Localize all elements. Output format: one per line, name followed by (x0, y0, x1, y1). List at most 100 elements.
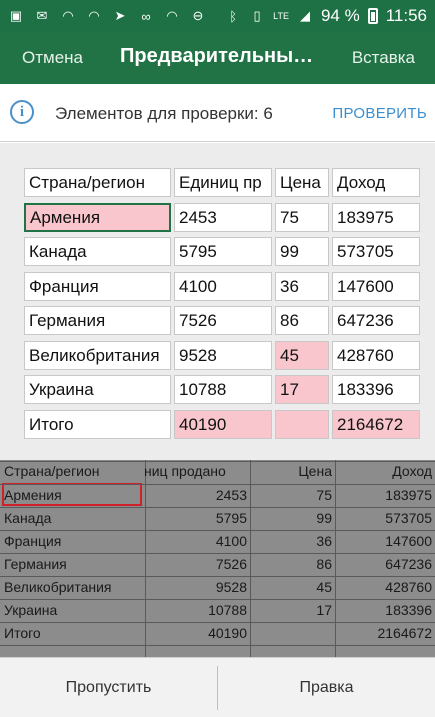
photo-cell-text: 573705 (385, 510, 432, 526)
header-cell[interactable]: Единиц пр (174, 168, 272, 197)
photo-cell-text: 147600 (385, 533, 432, 549)
table-cell[interactable]: 36 (275, 271, 329, 301)
table-cell[interactable]: Украина (24, 375, 171, 404)
photo-gridline (0, 622, 435, 623)
photo-cell-text: 183975 (385, 487, 432, 503)
table-cell[interactable]: 428760 (332, 340, 420, 370)
photo-gridline (0, 645, 435, 646)
table-cell[interactable] (275, 409, 329, 439)
check-button[interactable]: ПРОВЕРИТЬ (332, 105, 427, 122)
table-cell[interactable]: Итого (24, 409, 171, 439)
photo-cell-text: Франция (4, 533, 62, 549)
photo-cell-text: Украина (4, 602, 58, 618)
photo-gridline (0, 599, 435, 600)
network-type: LTE (273, 11, 289, 21)
table-cell[interactable]: 147600 (332, 271, 420, 301)
photo-gridline (0, 461, 435, 462)
clock: 11:56 (385, 6, 427, 25)
table-cell[interactable]: Армения (24, 202, 171, 232)
status-bar: ▣ ✉ ◠ ◠ ➤ ∞ ◠ ⊖ ᛒ ▯ LTE ◢ 94 % 11:56 (0, 0, 435, 32)
photo-gridline (0, 576, 435, 577)
table-cell[interactable]: 45 (275, 340, 329, 370)
table-cell[interactable]: 2453 (174, 202, 272, 232)
table-preview: Страна/регион Единиц пр Цена Доход Армения 24… (0, 143, 435, 460)
info-icon: i (10, 100, 34, 124)
photo-cell-text: Великобритания (4, 579, 112, 595)
wifi-icon-3: ◠ (166, 8, 178, 23)
photo-header-text: ниц продано (144, 463, 226, 479)
photo-cell-text: 86 (316, 556, 332, 572)
bluetooth-icon: ᛒ (229, 8, 238, 24)
photo-cell-text: 45 (316, 579, 332, 595)
photo-cell-text: 17 (316, 602, 332, 618)
photo-cell-text: 10788 (208, 602, 247, 618)
table-cell[interactable]: 2164672 (332, 409, 420, 439)
photo-cell-text: Германия (4, 556, 67, 572)
photo-cell-text: Канада (4, 510, 52, 526)
table-cell[interactable]: 183975 (332, 202, 420, 232)
insert-button[interactable]: Вставка (352, 48, 415, 68)
photo-cell-text: 183396 (385, 602, 432, 618)
wifi-icon-2: ◠ (88, 8, 100, 23)
bottom-bar: Пропустить Правка (0, 657, 435, 717)
table-cell[interactable]: 40190 (174, 409, 272, 439)
review-info-bar: i Элементов для проверки: 6 ПРОВЕРИТЬ (0, 84, 435, 142)
page-title: Предварительный... (120, 45, 315, 67)
table-cell[interactable]: 573705 (332, 237, 420, 266)
table-cell[interactable]: 4100 (174, 271, 272, 301)
photo-gridline (0, 484, 435, 485)
captured-photo: Страна/регион ниц продано Цена Доход Армения… (0, 460, 435, 657)
table-cell[interactable]: Великобритания (24, 340, 171, 370)
voicemail-icon: ∞ (141, 8, 151, 24)
photo-cell-text: 36 (316, 533, 332, 549)
wifi-icon: ◠ (62, 8, 74, 23)
photo-gridline (335, 460, 336, 657)
table-cell[interactable]: 86 (275, 306, 329, 335)
table-cell[interactable]: 9528 (174, 340, 272, 370)
photo-cell-text: 2164672 (377, 625, 432, 641)
photo-cell-text: 2453 (215, 487, 247, 503)
edit-button[interactable]: Правка (218, 658, 435, 717)
minus-circle-icon: ⊖ (192, 8, 204, 23)
vibrate-icon: ▯ (253, 8, 261, 23)
photo-cell-text: 40190 (208, 625, 247, 641)
app-notification-icon: ▣ (9, 8, 23, 23)
signal-icon: ◢ (299, 8, 310, 23)
table-cell[interactable]: 7526 (174, 306, 272, 335)
battery-icon (367, 8, 378, 24)
header-cell[interactable]: Страна/регион (24, 168, 171, 197)
table-cell[interactable]: 5795 (174, 237, 272, 266)
table-cell[interactable]: 183396 (332, 375, 420, 404)
photo-cell-text: 4100 (215, 533, 247, 549)
header-cell[interactable]: Доход (332, 168, 420, 197)
app-bar: Отмена Предварительный... Вставка (0, 32, 435, 84)
table-cell[interactable]: 99 (275, 237, 329, 266)
photo-gridline (0, 530, 435, 531)
photo-header-text: Цена (298, 463, 332, 479)
header-cell[interactable]: Цена (275, 168, 329, 197)
skip-button[interactable]: Пропустить (0, 658, 217, 717)
photo-cell-text: Армения (4, 487, 62, 503)
photo-cell-text: 428760 (385, 579, 432, 595)
photo-gridline (145, 460, 146, 657)
table-cell[interactable]: 17 (275, 375, 329, 404)
table-cell[interactable]: Канада (24, 237, 171, 266)
photo-gridline (250, 460, 251, 657)
photo-cell-text: 647236 (385, 556, 432, 572)
photo-header-text: Страна/регион (4, 463, 100, 479)
table-cell[interactable]: Германия (24, 306, 171, 335)
battery-percent: 94 % (320, 6, 360, 25)
table-cell[interactable]: 10788 (174, 375, 272, 404)
table-cell[interactable]: Франция (24, 271, 171, 301)
photo-cell-text: 75 (316, 487, 332, 503)
photo-gridline (0, 553, 435, 554)
table-cell[interactable]: 647236 (332, 306, 420, 335)
photo-cell-text: 9528 (215, 579, 247, 595)
outlook-icon: ✉ (36, 8, 48, 23)
photo-gridline (0, 507, 435, 508)
table-cell[interactable]: 75 (275, 202, 329, 232)
photo-cell-text: 5795 (215, 510, 247, 526)
photo-header-text: Доход (392, 463, 432, 479)
photo-cell-text: 99 (316, 510, 332, 526)
cancel-button[interactable]: Отмена (22, 48, 83, 68)
